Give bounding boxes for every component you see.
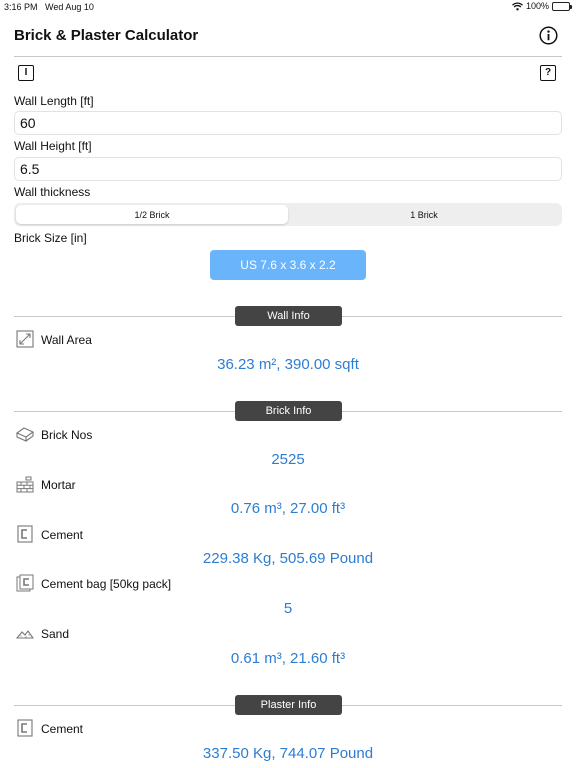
- brick-wall-icon: [16, 476, 34, 493]
- status-right: 100%: [512, 1, 572, 11]
- sand-value: 0.61 m³, 21.60 ft³: [230, 650, 346, 667]
- status-date: Wed Aug 10: [45, 2, 94, 12]
- battery-percent: 100%: [525, 1, 549, 11]
- brick-nos-label: Brick Nos: [41, 428, 93, 442]
- info-icon[interactable]: [539, 26, 558, 45]
- brick-icon: [16, 427, 34, 442]
- wall-thickness-label: Wall thickness: [14, 185, 91, 199]
- sand-label: Sand: [41, 627, 70, 641]
- wall-thickness-segmented-control: 1/2 Brick 1 Brick: [14, 203, 562, 226]
- battery-icon: [552, 1, 572, 11]
- wall-length-label: Wall Length [ft]: [14, 94, 94, 108]
- brick-size-button[interactable]: US 7.6 x 3.6 x 2.2: [210, 250, 366, 280]
- sand-icon: [16, 630, 34, 639]
- page-title: Brick & Plaster Calculator: [14, 27, 199, 44]
- section-header-plaster-info: Plaster Info: [235, 695, 342, 715]
- cement-icon: [17, 525, 33, 543]
- cement-label: Cement: [41, 528, 84, 542]
- cement-value: 229.38 Kg, 505.69 Pound: [202, 550, 374, 567]
- cement-icon: [17, 719, 33, 737]
- cement-bag-icon: [16, 574, 34, 592]
- segment-half-brick[interactable]: 1/2 Brick: [16, 205, 288, 224]
- wall-height-label: Wall Height [ft]: [14, 139, 92, 153]
- expand-icon: [16, 330, 34, 348]
- instructions-icon[interactable]: I: [18, 65, 34, 81]
- brick-size-label: Brick Size [in]: [14, 231, 87, 245]
- status-bar: 3:16 PM Wed Aug 10 100%: [0, 0, 576, 14]
- help-icon[interactable]: ?: [540, 65, 556, 81]
- wall-height-input[interactable]: [14, 157, 562, 181]
- section-header-wall-info: Wall Info: [235, 306, 342, 326]
- plaster-cement-label: Cement: [41, 722, 84, 736]
- wifi-icon: [512, 1, 523, 10]
- nav-divider: [14, 56, 562, 57]
- section-header-brick-info: Brick Info: [235, 401, 342, 421]
- mortar-value: 0.76 m³, 27.00 ft³: [230, 500, 346, 517]
- wall-area-label: Wall Area: [41, 333, 92, 347]
- cement-bag-value: 5: [283, 600, 293, 617]
- cement-bag-label: Cement bag [50kg pack]: [41, 577, 172, 591]
- mortar-label: Mortar: [41, 478, 76, 492]
- segment-one-brick[interactable]: 1 Brick: [288, 205, 560, 224]
- plaster-cement-value: 337.50 Kg, 744.07 Pound: [202, 745, 374, 762]
- status-time: 3:16 PM: [4, 2, 38, 12]
- wall-length-input[interactable]: [14, 111, 562, 135]
- wall-area-value: 36.23 m², 390.00 sqft: [217, 356, 359, 373]
- brick-nos-value: 2525: [271, 451, 305, 468]
